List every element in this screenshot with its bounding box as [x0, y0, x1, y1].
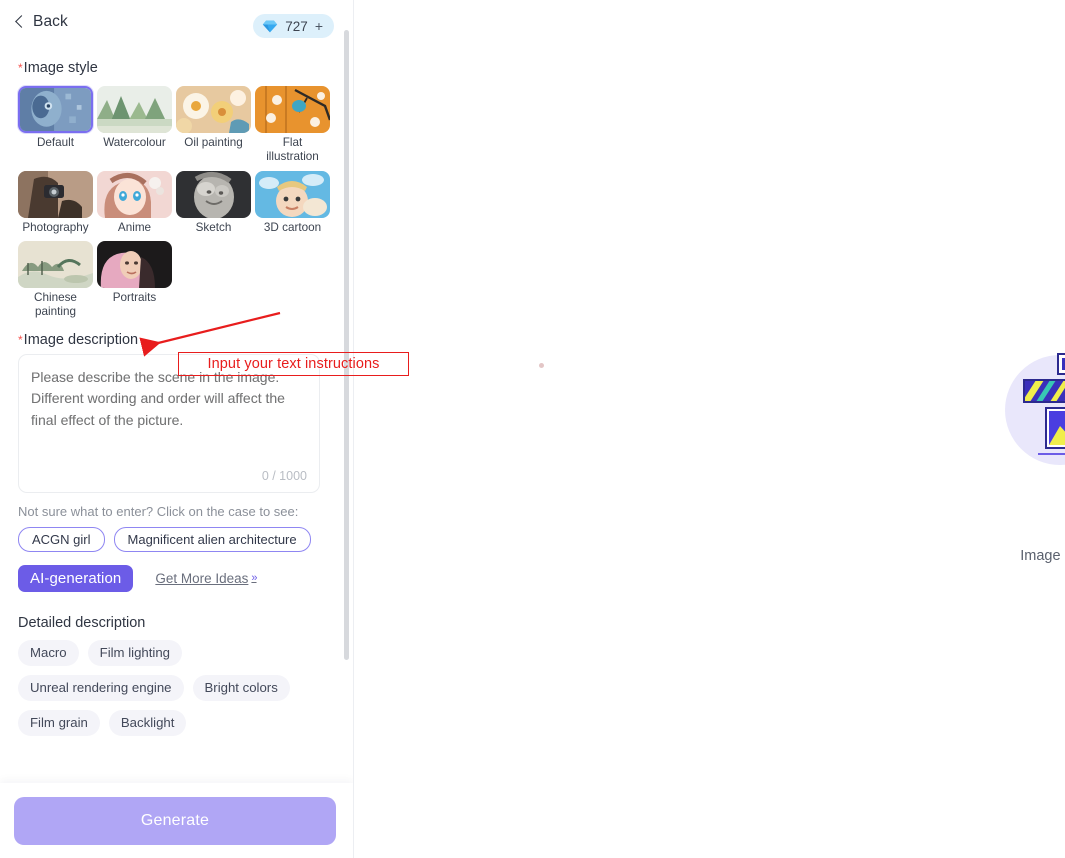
thumbnail-portraits-art	[97, 241, 172, 289]
thumbnail-watercolour-art	[97, 86, 172, 133]
style-thumbnail	[255, 170, 330, 218]
style-option-sketch[interactable]: Sketch	[176, 170, 251, 235]
thumbnail-sketch-art	[176, 170, 251, 218]
style-option-default[interactable]: Default	[18, 86, 93, 164]
style-option-label: Default	[36, 136, 75, 149]
empty-state: Image genera	[915, 350, 1065, 564]
annotation-callout-text: Input your text instructions	[207, 356, 380, 372]
detail-tag-macro[interactable]: Macro	[18, 639, 79, 666]
style-option-anime[interactable]: Anime	[97, 170, 172, 235]
style-option-label: Photography	[22, 220, 89, 234]
style-option-label: 3D cartoon	[263, 220, 322, 234]
get-more-ideas-label: Get More Ideas	[155, 570, 249, 586]
annotation-callout-box: Input your text instructions	[178, 352, 409, 376]
character-counter: 0 / 1000	[261, 468, 307, 483]
get-more-ideas-link[interactable]: Get More Ideas »	[155, 570, 257, 586]
case-hint-text: Not sure what to enter? Click on the cas…	[18, 503, 299, 519]
image-style-label: *Image style	[18, 60, 98, 76]
detail-tag-film-grain[interactable]: Film grain	[18, 709, 100, 736]
case-chip-row: ACGN girl Magnificent alien architecture	[18, 526, 353, 552]
style-option-label: Chinese painting	[34, 291, 77, 319]
detailed-description-tags: Macro Film lighting Unreal rendering eng…	[18, 639, 338, 736]
style-thumbnail	[18, 86, 93, 133]
required-asterisk: *	[18, 61, 23, 75]
sidebar-footer: Generate	[0, 783, 353, 858]
left-sidebar: Back 727 + *Image style Default Watercol…	[0, 0, 354, 858]
sidebar-scrollbar-track[interactable]	[344, 30, 349, 660]
credits-badge[interactable]: 727 +	[253, 14, 334, 38]
sidebar-scrollbar-thumb[interactable]	[344, 30, 349, 660]
image-description-label: *Image description	[18, 332, 138, 348]
thumbnail-flat-illustration-art	[255, 86, 330, 133]
detail-tag-bright-colors[interactable]: Bright colors	[192, 674, 290, 701]
style-option-label: Oil painting	[184, 136, 243, 149]
required-asterisk: *	[18, 332, 23, 347]
add-credits-icon[interactable]: +	[315, 19, 323, 33]
style-option-watercolour[interactable]: Watercolour	[97, 86, 172, 164]
style-option-flat-illustration[interactable]: Flat illustration	[255, 86, 330, 164]
cursor-marker	[539, 363, 544, 368]
generate-button[interactable]: Generate	[14, 797, 336, 845]
style-option-oil-painting[interactable]: Oil painting	[176, 86, 251, 164]
illustration-art	[1023, 353, 1065, 455]
image-description-label-text: Image description	[23, 331, 139, 348]
style-thumbnail	[255, 86, 330, 133]
preview-canvas: Image genera	[355, 0, 1065, 858]
double-chevron-right-icon: »	[251, 572, 257, 585]
thumbnail-oil-painting-art	[176, 86, 251, 133]
image-style-grid: Default Watercolour Oil painting Flat il…	[18, 86, 334, 326]
thumbnail-chinese-painting-art	[18, 241, 93, 289]
image-style-label-text: Image style	[23, 60, 98, 76]
detailed-description-title: Detailed description	[18, 614, 146, 631]
empty-state-illustration	[990, 350, 1065, 470]
style-option-portraits[interactable]: Portraits	[97, 241, 172, 319]
style-option-label: Flat illustration	[266, 136, 319, 163]
thumbnail-anime-art	[97, 170, 172, 218]
style-option-label: Portraits	[112, 291, 157, 305]
sidebar-topbar: Back 727 +	[0, 0, 353, 52]
sidebar-scroll-area: Back 727 + *Image style Default Watercol…	[0, 0, 353, 783]
style-thumbnail	[176, 86, 251, 133]
thumbnail-3d-cartoon-art	[255, 170, 330, 218]
style-thumbnail	[97, 241, 172, 289]
detail-tag-film-lighting[interactable]: Film lighting	[87, 639, 182, 666]
back-button[interactable]: Back	[14, 13, 68, 31]
ai-generation-row: AI-generation Get More Ideas »	[18, 564, 353, 592]
style-option-label: Sketch	[195, 220, 232, 234]
style-thumbnail	[97, 170, 172, 218]
style-thumbnail	[176, 170, 251, 218]
case-chip-alien-architecture[interactable]: Magnificent alien architecture	[113, 526, 311, 552]
detail-tag-unreal-rendering-engine[interactable]: Unreal rendering engine	[18, 674, 184, 701]
style-option-photography[interactable]: Photography	[18, 170, 93, 235]
detail-tag-backlight[interactable]: Backlight	[108, 709, 187, 736]
back-button-label: Back	[33, 13, 68, 30]
empty-state-caption: Image genera	[1020, 548, 1065, 564]
gem-icon	[263, 20, 278, 32]
case-chip-acgn-girl[interactable]: ACGN girl	[18, 526, 105, 552]
ai-generation-button[interactable]: AI-generation	[18, 564, 134, 592]
chevron-left-icon	[14, 16, 26, 28]
credits-count: 727	[285, 18, 308, 34]
style-option-label: Watercolour	[103, 136, 166, 149]
style-option-3d-cartoon[interactable]: 3D cartoon	[255, 170, 330, 235]
style-thumbnail	[18, 241, 93, 289]
thumbnail-default-art	[20, 88, 91, 131]
style-option-chinese-painting[interactable]: Chinese painting	[18, 241, 93, 319]
style-option-label: Anime	[117, 220, 152, 234]
style-thumbnail	[97, 86, 172, 133]
thumbnail-photography-art	[18, 170, 93, 218]
style-thumbnail	[18, 170, 93, 218]
image-generation-app: Back 727 + *Image style Default Watercol…	[0, 0, 1065, 858]
